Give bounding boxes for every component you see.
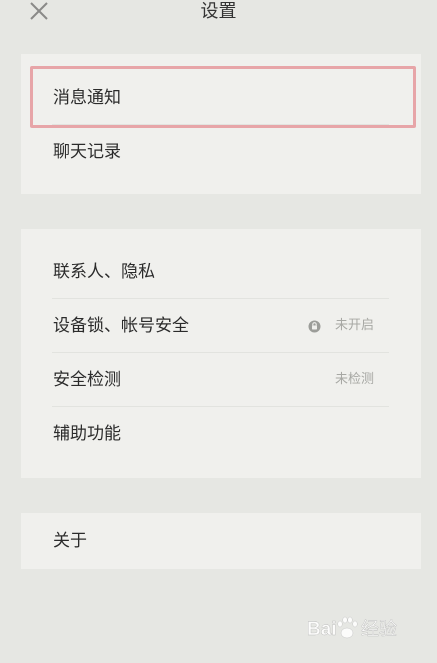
lock-icon	[308, 320, 321, 333]
settings-item-label: 消息通知	[53, 88, 121, 108]
settings-item-label: 设备锁、帐号安全	[53, 316, 189, 336]
settings-item-label: 聊天记录	[53, 142, 121, 162]
page-title: 设置	[200, 1, 237, 22]
watermark-text-latin: Bai	[307, 619, 337, 640]
settings-item-security-check[interactable]: 安全检测 未检测	[21, 353, 421, 407]
settings-item-label: 安全检测	[53, 370, 121, 390]
settings-group-notifications: 消息通知 聊天记录	[21, 54, 421, 194]
watermark-text-tail: 经验	[361, 619, 397, 640]
settings-item-accessibility[interactable]: 辅助功能	[21, 407, 421, 461]
settings-item-label: 联系人、隐私	[53, 262, 155, 282]
settings-group-about: 关于	[21, 513, 421, 569]
settings-item-contacts-privacy[interactable]: 联系人、隐私	[21, 245, 421, 299]
settings-item-device-lock-account-security[interactable]: 设备锁、帐号安全 未开启	[21, 299, 421, 353]
status-text: 未检测	[334, 372, 374, 387]
settings-item-label: 关于	[53, 531, 87, 551]
baidu-jingyan-watermark: Bai 经验	[307, 616, 397, 640]
settings-item-label: 辅助功能	[53, 424, 121, 444]
status-text: 未开启	[334, 318, 374, 333]
settings-item-message-notification[interactable]: 消息通知	[21, 71, 421, 125]
settings-item-about[interactable]: 关于	[21, 514, 421, 568]
header-bar: 设置	[0, 0, 437, 34]
paw-logo-icon	[337, 616, 358, 639]
settings-item-chat-history[interactable]: 聊天记录	[21, 125, 421, 179]
settings-group-privacy-security: 联系人、隐私 设备锁、帐号安全 未开启 安全检测 未检测 辅助功能	[21, 229, 421, 478]
